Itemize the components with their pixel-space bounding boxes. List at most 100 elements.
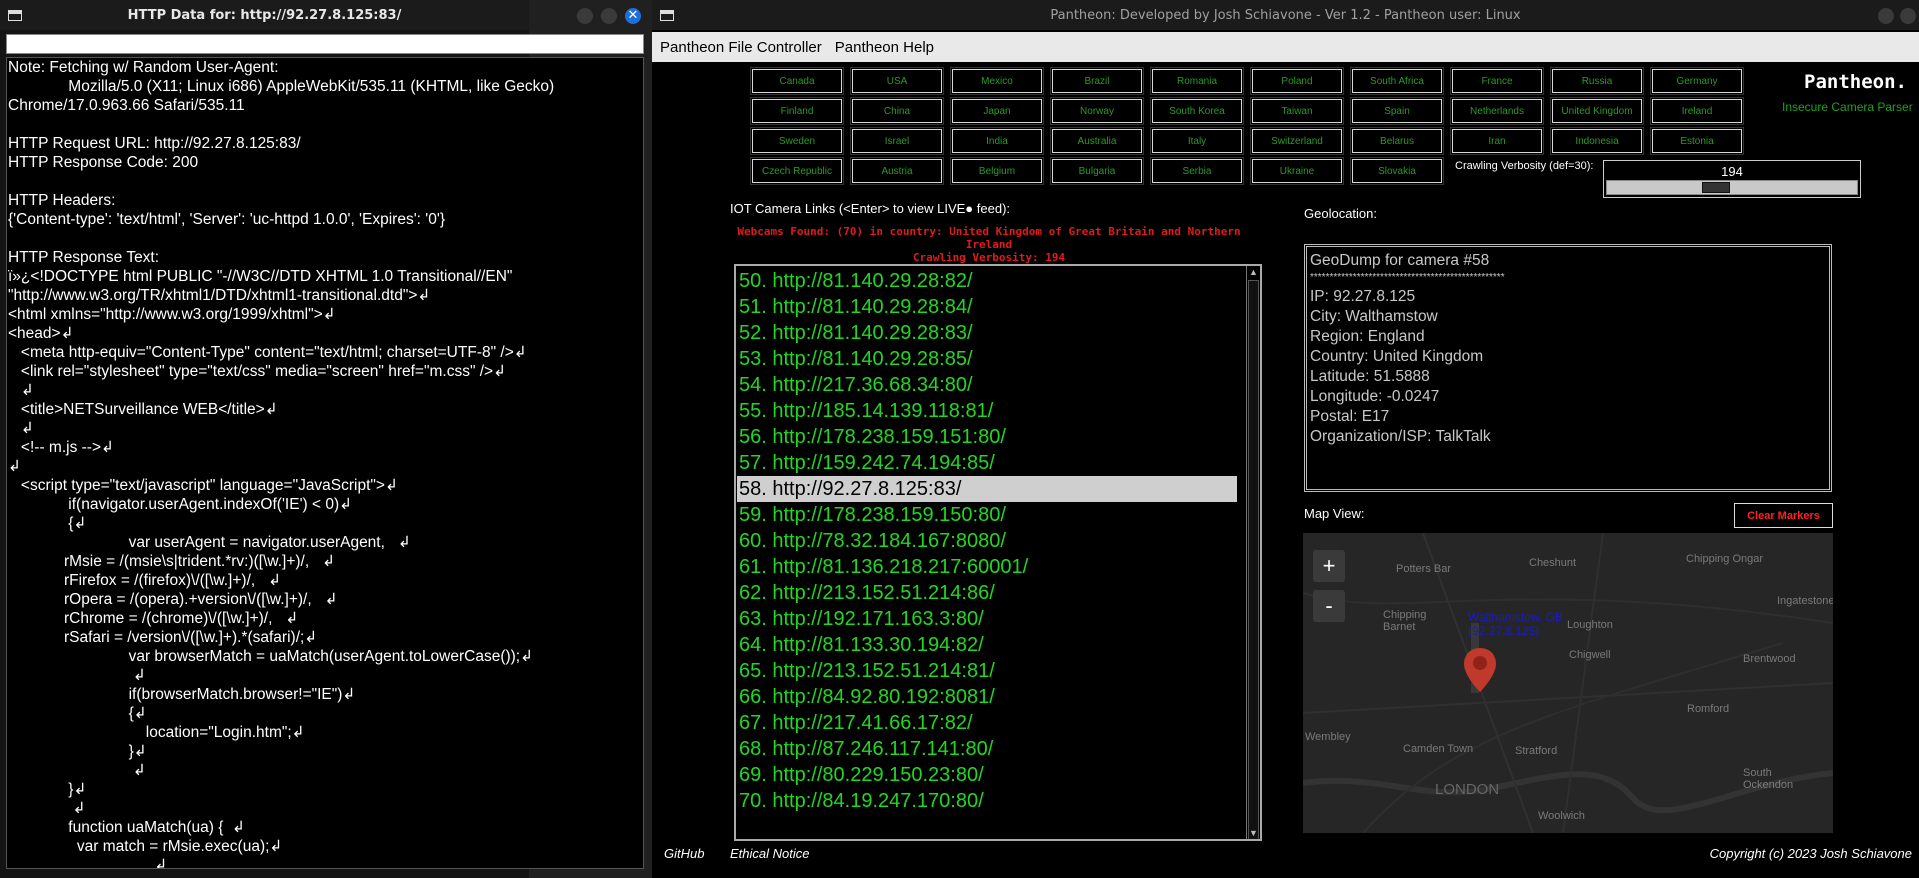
scrollbar-thumb[interactable]	[1248, 280, 1259, 839]
map-place: Camden Town	[1403, 743, 1474, 755]
list-scrollbar[interactable]: ▲ ▼	[1246, 266, 1260, 839]
country-button-sweden[interactable]: Sweden	[750, 127, 844, 155]
camera-link-item[interactable]: 67. http://217.41.66.17:82/	[737, 710, 1237, 736]
camera-link-item[interactable]: 60. http://78.32.184.167:8080/	[737, 528, 1237, 554]
map-view[interactable]: + - Potters Bar Cheshunt Chipping Ongar …	[1303, 533, 1833, 833]
close-icon[interactable]: ✕	[625, 8, 641, 24]
camera-link-item[interactable]: 65. http://213.152.51.214:81/	[737, 658, 1237, 684]
country-button-south-africa[interactable]: South Africa	[1350, 67, 1444, 95]
github-link-label: GitHub	[664, 846, 705, 861]
http-text-line: Mozilla/5.0 (X11; Linux i686) AppleWebKi…	[8, 78, 555, 95]
scroll-up-icon[interactable]: ▲	[1247, 266, 1260, 278]
country-button-usa[interactable]: USA	[850, 67, 944, 95]
country-button-netherlands[interactable]: Netherlands	[1450, 97, 1544, 125]
camera-link-item[interactable]: 69. http://80.229.150.23:80/	[737, 762, 1237, 788]
country-button-japan[interactable]: Japan	[950, 97, 1044, 125]
country-button-canada[interactable]: Canada	[750, 67, 844, 95]
verbosity-track[interactable]	[1606, 180, 1858, 195]
camera-link-item[interactable]: 59. http://178.238.159.150:80/	[737, 502, 1237, 528]
menu-help[interactable]: Pantheon Help	[835, 39, 934, 56]
camera-link-item[interactable]: 52. http://81.140.29.28:83/	[737, 320, 1237, 346]
http-text-line: location="Login.htm";↲	[8, 724, 305, 741]
country-button-mexico[interactable]: Mexico	[950, 67, 1044, 95]
scroll-down-icon[interactable]: ▼	[1247, 827, 1260, 839]
verbosity-thumb[interactable]	[1702, 182, 1730, 193]
github-link[interactable]: GitHub	[664, 846, 704, 861]
country-button-iran[interactable]: Iran	[1450, 127, 1544, 155]
country-button-austria[interactable]: Austria	[850, 157, 944, 185]
http-text-line: <script type="text/javascript" language=…	[8, 477, 398, 494]
country-button-switzerland[interactable]: Switzerland	[1250, 127, 1344, 155]
http-text-line: ↲	[8, 458, 21, 475]
country-button-germany[interactable]: Germany	[1650, 67, 1744, 95]
camera-link-item[interactable]: 53. http://81.140.29.28:85/	[737, 346, 1237, 372]
country-button-norway[interactable]: Norway	[1050, 97, 1144, 125]
country-button-romania[interactable]: Romania	[1150, 67, 1244, 95]
country-button-poland[interactable]: Poland	[1250, 67, 1344, 95]
country-button-france[interactable]: France	[1450, 67, 1544, 95]
camera-link-item[interactable]: 58. http://92.27.8.125:83/	[737, 476, 1237, 502]
verbosity-slider[interactable]: 194	[1603, 160, 1861, 198]
geodump-line: ****************************************…	[1310, 272, 1505, 283]
country-button-brazil[interactable]: Brazil	[1050, 67, 1144, 95]
map-place: South Ockendon	[1743, 767, 1794, 791]
country-button-spain[interactable]: Spain	[1350, 97, 1444, 125]
country-button-estonia[interactable]: Estonia	[1650, 127, 1744, 155]
minimize-icon[interactable]	[577, 8, 593, 24]
copyright-text: Copyright (c) 2023 Josh Schiavone	[1709, 846, 1912, 861]
camera-link-item[interactable]: 50. http://81.140.29.28:82/	[737, 268, 1237, 294]
camera-link-item[interactable]: 68. http://87.246.117.141:80/	[737, 736, 1237, 762]
camera-link-item[interactable]: 63. http://192.171.163.3:80/	[737, 606, 1237, 632]
http-window-titlebar[interactable]: HTTP Data for: http://92.27.8.125:83/ ✕	[0, 0, 641, 30]
map-place: Loughton	[1567, 619, 1613, 631]
http-response-text[interactable]: Note: Fetching w/ Random User-Agent: Moz…	[6, 57, 644, 869]
country-button-indonesia[interactable]: Indonesia	[1550, 127, 1644, 155]
zoom-out-button[interactable]: -	[1313, 590, 1345, 622]
zoom-in-button[interactable]: +	[1313, 550, 1345, 582]
pantheon-titlebar[interactable]: Pantheon: Developed by Josh Schiavone - …	[652, 0, 1919, 30]
camera-link-item[interactable]: 66. http://84.92.80.192:8081/	[737, 684, 1237, 710]
http-text-line: HTTP Request URL: http://92.27.8.125:83/	[8, 135, 301, 152]
country-button-ireland[interactable]: Ireland	[1650, 97, 1744, 125]
camera-link-item[interactable]: 51. http://81.140.29.28:84/	[737, 294, 1237, 320]
camera-links-list[interactable]: 50. http://81.140.29.28:82/51. http://81…	[734, 264, 1262, 841]
country-button-czech-republic[interactable]: Czech Republic	[750, 157, 844, 185]
url-input[interactable]	[6, 34, 644, 54]
maximize-icon[interactable]	[1900, 8, 1916, 24]
clear-markers-button[interactable]: Clear Markers	[1734, 503, 1833, 528]
camera-link-item[interactable]: 56. http://178.238.159.151:80/	[737, 424, 1237, 450]
camera-link-item[interactable]: 57. http://159.242.74.194:85/	[737, 450, 1237, 476]
country-button-ukraine[interactable]: Ukraine	[1250, 157, 1344, 185]
country-button-bulgaria[interactable]: Bulgaria	[1050, 157, 1144, 185]
camera-link-item[interactable]: 55. http://185.14.139.118:81/	[737, 398, 1237, 424]
country-button-russia[interactable]: Russia	[1550, 67, 1644, 95]
country-button-serbia[interactable]: Serbia	[1150, 157, 1244, 185]
http-text-line	[8, 115, 643, 134]
country-button-australia[interactable]: Australia	[1050, 127, 1144, 155]
country-button-israel[interactable]: Israel	[850, 127, 944, 155]
http-text-line: <meta http-equiv="Content-Type" content=…	[8, 344, 527, 361]
map-marker-icon[interactable]	[1462, 646, 1498, 694]
minimize-icon[interactable]	[1878, 8, 1894, 24]
camera-link-item[interactable]: 54. http://217.36.68.34:80/	[737, 372, 1237, 398]
country-button-india[interactable]: India	[950, 127, 1044, 155]
country-button-united-kingdom[interactable]: United Kingdom	[1550, 97, 1644, 125]
camera-link-item[interactable]: 64. http://81.133.30.194:82/	[737, 632, 1237, 658]
menu-file-controller[interactable]: Pantheon File Controller	[660, 39, 822, 56]
geodump-text[interactable]: GeoDump for camera #58 ******************…	[1304, 244, 1832, 492]
country-button-belgium[interactable]: Belgium	[950, 157, 1044, 185]
ethical-notice-link[interactable]: Ethical Notice	[730, 846, 809, 861]
camera-link-item[interactable]: 70. http://84.19.247.170:80/	[737, 788, 1237, 814]
country-button-italy[interactable]: Italy	[1150, 127, 1244, 155]
camera-link-item[interactable]: 61. http://81.136.218.217:60001/	[737, 554, 1237, 580]
geodump-line: Longitude: -0.0247	[1310, 388, 1440, 405]
http-text-line: ↲	[8, 420, 34, 437]
country-button-south-korea[interactable]: South Korea	[1150, 97, 1244, 125]
maximize-icon[interactable]	[601, 8, 617, 24]
country-button-slovakia[interactable]: Slovakia	[1350, 157, 1444, 185]
country-button-china[interactable]: China	[850, 97, 944, 125]
camera-link-item[interactable]: 62. http://213.152.51.214:86/	[737, 580, 1237, 606]
country-button-belarus[interactable]: Belarus	[1350, 127, 1444, 155]
country-button-taiwan[interactable]: Taiwan	[1250, 97, 1344, 125]
country-button-finland[interactable]: Finland	[750, 97, 844, 125]
